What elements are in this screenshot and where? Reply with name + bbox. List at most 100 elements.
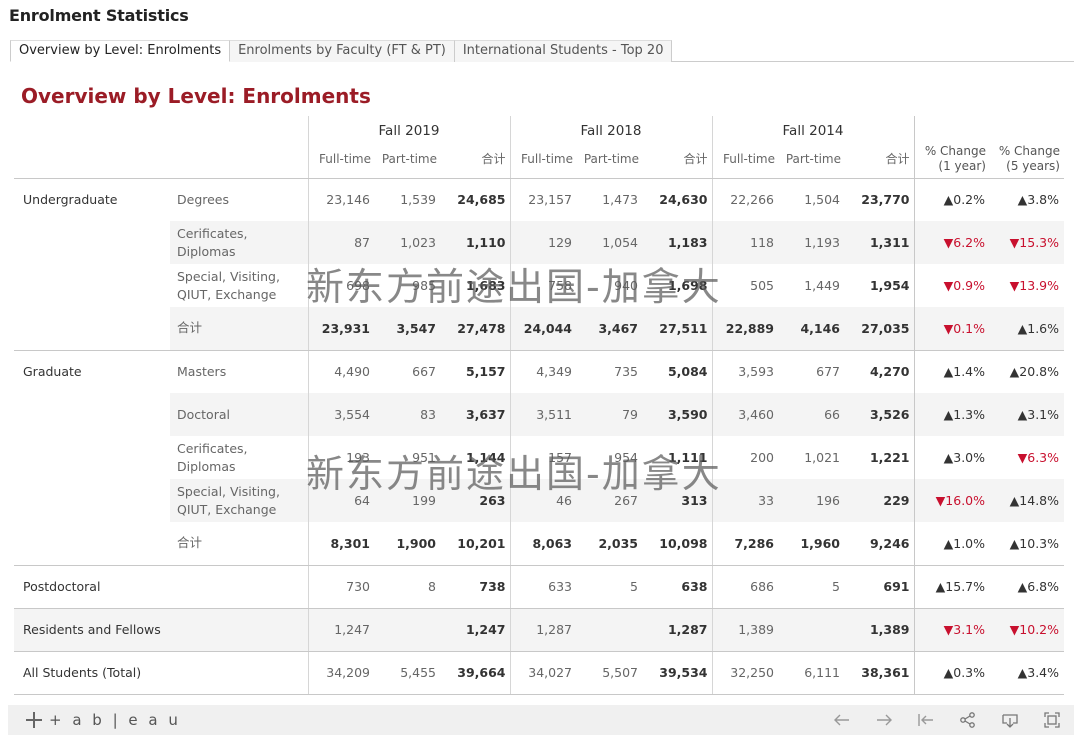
total-cell: 27,035 bbox=[845, 307, 914, 351]
category-label: Special, Visiting, QIUT, Exchange bbox=[177, 268, 280, 302]
part-time-cell: 1,539 bbox=[400, 192, 436, 208]
total-cell: 5,157 bbox=[465, 364, 506, 380]
pct-change-1-year-cell: ▲1.3% bbox=[913, 393, 990, 436]
total-cell: 27,478 bbox=[441, 307, 510, 351]
col-header-part-time: Part-time bbox=[375, 140, 441, 179]
pct-change-5-years-cell: ▲20.8% bbox=[1009, 364, 1059, 380]
section-title: Overview by Level: Enrolments bbox=[21, 84, 371, 108]
tab-enrolments-by-faculty[interactable]: Enrolments by Faculty (FT & PT) bbox=[230, 40, 455, 62]
part-time-cell: 940 bbox=[614, 278, 638, 293]
full-time-cell: 34,027 bbox=[509, 651, 577, 695]
pct-change-5-years-cell: ▼6.3% bbox=[1017, 450, 1059, 465]
pct-header-line1: % Change bbox=[998, 143, 1060, 158]
full-time-cell: 157 bbox=[509, 436, 577, 479]
enrolment-table: Fall 2019 Fall 2018 Fall 2014 Full-time … bbox=[14, 116, 1064, 695]
full-time-cell: 87 bbox=[307, 221, 375, 264]
part-time-cell: 5,455 bbox=[375, 651, 441, 695]
total-cell: 638 bbox=[643, 565, 712, 609]
full-time-cell: 1,247 bbox=[307, 608, 375, 652]
part-time-cell: 1,900 bbox=[375, 522, 441, 566]
part-time-cell: 1,054 bbox=[577, 221, 643, 264]
total-cell: 263 bbox=[441, 479, 510, 522]
pct-change-1-year-cell: ▲3.0% bbox=[913, 436, 990, 479]
total-cell: 39,664 bbox=[441, 651, 510, 695]
full-time-cell: 698 bbox=[307, 264, 375, 307]
category-label bbox=[170, 565, 308, 609]
undo-icon[interactable] bbox=[828, 709, 856, 731]
total-cell: 9,246 bbox=[845, 522, 914, 566]
total-cell: 1,698 bbox=[667, 278, 708, 293]
part-time-cell: 5,507 bbox=[577, 651, 643, 695]
part-time-cell: 667 bbox=[412, 364, 436, 380]
total-cell: 1,247 bbox=[441, 608, 510, 652]
table-row: Graduate Masters 4,490 667 5,157 4,349 735 5,08… bbox=[14, 350, 1064, 393]
fullscreen-icon[interactable] bbox=[1038, 709, 1066, 731]
part-time-cell: 3,547 bbox=[375, 307, 441, 351]
total-cell: 1,389 bbox=[845, 608, 914, 652]
full-time-cell: 118 bbox=[711, 221, 779, 264]
year-header-row: Fall 2019 Fall 2018 Fall 2014 bbox=[14, 116, 1064, 140]
pct-header-line1: % Change bbox=[924, 143, 986, 158]
level-label: Undergraduate bbox=[23, 192, 118, 208]
total-cell: 229 bbox=[845, 479, 914, 522]
part-time-cell: 196 bbox=[779, 479, 845, 522]
total-cell: 10,098 bbox=[643, 522, 712, 566]
full-time-cell: 4,490 bbox=[307, 350, 375, 393]
part-time-cell: 83 bbox=[375, 393, 441, 436]
pct-change-1-year-cell: ▲1.4% bbox=[913, 350, 990, 393]
pct-change-1-year-cell: ▼6.2% bbox=[913, 221, 990, 264]
full-time-cell: 7,286 bbox=[711, 522, 779, 566]
pct-change-5-years-cell: ▼15.3% bbox=[990, 221, 1064, 264]
level-label: Postdoctoral bbox=[14, 565, 170, 609]
level-label: Graduate bbox=[23, 364, 82, 380]
full-time-cell: 22,266 bbox=[711, 178, 779, 221]
pct-change-5-years-cell: ▼10.2% bbox=[990, 608, 1064, 652]
full-time-cell: 23,931 bbox=[307, 307, 375, 351]
tableau-logo-text: + a b | e a u bbox=[49, 711, 181, 729]
table-row: Residents and Fellows 1,247 1,247 1,287 1,28… bbox=[14, 608, 1064, 652]
category-label bbox=[170, 651, 308, 695]
part-time-cell: 199 bbox=[375, 479, 441, 522]
part-time-cell: 1,021 bbox=[804, 450, 840, 465]
full-time-cell: 4,349 bbox=[509, 350, 577, 393]
tableau-logo[interactable]: + a b | e a u bbox=[25, 711, 181, 729]
full-time-cell: 200 bbox=[711, 436, 779, 479]
level-label bbox=[14, 393, 170, 436]
part-time-cell: 951 bbox=[412, 450, 436, 465]
category-label: Degrees bbox=[177, 191, 230, 207]
total-cell: 5,084 bbox=[667, 364, 708, 380]
table-row: All Students (Total) 34,209 5,455 39,664 34,… bbox=[14, 651, 1064, 695]
tab-international-top-20[interactable]: International Students - Top 20 bbox=[454, 40, 673, 62]
redo-icon[interactable] bbox=[870, 709, 898, 731]
pct-change-5-years-cell: ▲3.1% bbox=[990, 393, 1064, 436]
full-time-cell: 730 bbox=[307, 565, 375, 609]
share-icon[interactable] bbox=[954, 709, 982, 731]
full-time-cell: 64 bbox=[307, 479, 375, 522]
pct-change-5-years-cell: ▲10.3% bbox=[990, 522, 1064, 566]
total-cell: 3,590 bbox=[643, 393, 712, 436]
table-row: 合计 23,931 3,547 27,478 24,044 3,467 27,511 22,8… bbox=[14, 307, 1064, 351]
part-time-cell: 735 bbox=[614, 364, 638, 380]
total-cell: 1,287 bbox=[643, 608, 712, 652]
part-time-cell: 5 bbox=[779, 565, 845, 609]
part-time-cell: 66 bbox=[779, 393, 845, 436]
full-time-cell: 686 bbox=[711, 565, 779, 609]
revert-icon[interactable] bbox=[912, 709, 940, 731]
pct-change-1-year-cell: ▼0.9% bbox=[913, 264, 990, 307]
total-cell: 313 bbox=[643, 479, 712, 522]
total-cell: 1,110 bbox=[441, 221, 510, 264]
category-label: 合计 bbox=[170, 307, 308, 351]
part-time-cell: 677 bbox=[816, 364, 840, 380]
total-cell: 3,526 bbox=[845, 393, 914, 436]
total-cell: 10,201 bbox=[441, 522, 510, 566]
part-time-cell: 985 bbox=[412, 278, 436, 293]
part-time-cell: 79 bbox=[577, 393, 643, 436]
tab-overview-by-level[interactable]: Overview by Level: Enrolments bbox=[10, 40, 231, 62]
total-cell: 3,637 bbox=[441, 393, 510, 436]
part-time-cell bbox=[577, 608, 643, 652]
download-icon[interactable] bbox=[996, 709, 1024, 731]
total-cell: 691 bbox=[845, 565, 914, 609]
total-cell: 1,221 bbox=[869, 450, 910, 465]
pct-change-1-year-cell: ▲1.0% bbox=[913, 522, 990, 566]
table-row: Cerificates, Diplomas 193 951 1,144 157 954 1,… bbox=[14, 436, 1064, 479]
